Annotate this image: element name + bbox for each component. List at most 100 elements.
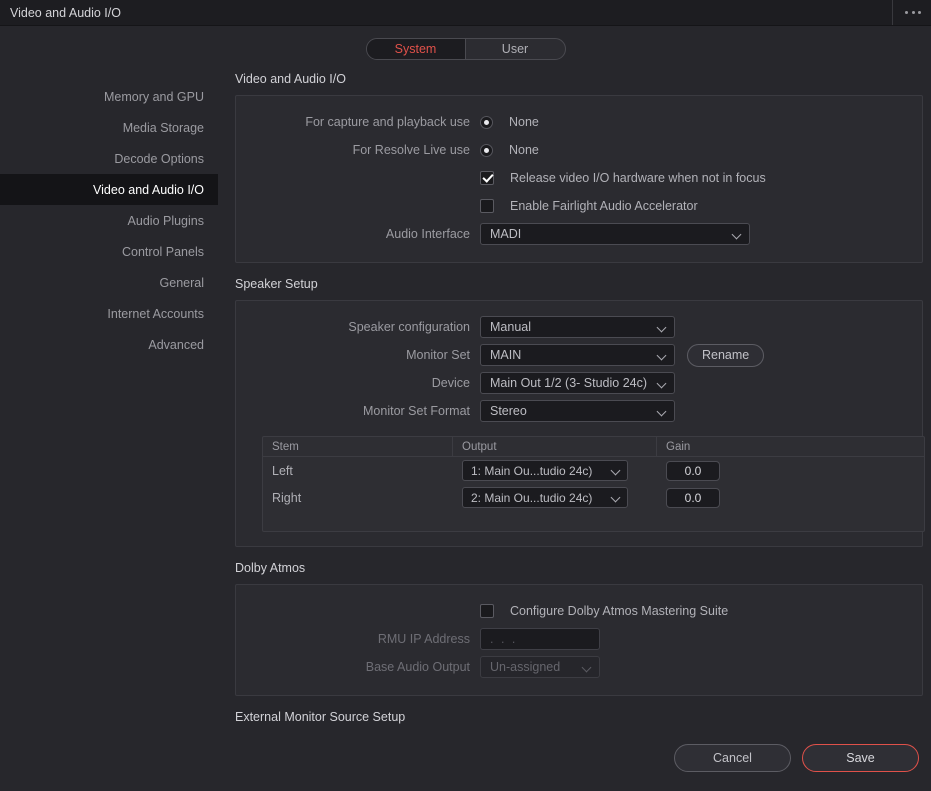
gain-input-left[interactable]: 0.0 — [666, 460, 720, 481]
column-header-gain: Gain — [666, 440, 691, 453]
chevron-down-icon — [583, 663, 592, 672]
cell-stem: Left — [272, 463, 293, 478]
chevron-down-icon — [612, 466, 621, 475]
preferences-content: Video and Audio I/O For capture and play… — [218, 72, 931, 751]
select-audio-interface[interactable]: MADI — [480, 223, 750, 245]
select-monitor-set-format-value: Stereo — [490, 404, 527, 418]
row-device: Device Main Out 1/2 (3- Studio 24c) — [250, 369, 908, 397]
select-device[interactable]: Main Out 1/2 (3- Studio 24c) — [480, 372, 675, 394]
radio-resolve-live[interactable] — [480, 143, 493, 157]
row-capture-playback: For capture and playback use None — [250, 108, 908, 136]
select-monitor-set-value: MAIN — [490, 348, 522, 362]
row-rmu-ip-address: RMU IP Address . . . — [250, 625, 908, 653]
select-output-right-value: 2: Main Ou...tudio 24c) — [471, 490, 593, 505]
chevron-down-icon — [612, 493, 621, 502]
section-title-speaker-setup: Speaker Setup — [235, 277, 318, 291]
table-row: Right 2: Main Ou...tudio 24c) 0.0 — [263, 484, 924, 511]
label-resolve-live: For Resolve Live use — [352, 143, 470, 157]
row-resolve-live: For Resolve Live use None — [250, 136, 908, 164]
sidebar-item-control-panels[interactable]: Control Panels — [0, 236, 218, 267]
column-header-stem: Stem — [263, 437, 453, 456]
label-base-audio-output: Base Audio Output — [365, 660, 470, 674]
chevron-down-icon — [658, 323, 667, 332]
select-output-left[interactable]: 1: Main Ou...tudio 24c) — [462, 460, 628, 481]
cell-gain: 0.0 — [657, 457, 924, 484]
label-enable-fairlight-audio-accelerator: Enable Fairlight Audio Accelerator — [510, 199, 698, 213]
select-monitor-set-format[interactable]: Stereo — [480, 400, 675, 422]
radio-capture-playback[interactable] — [480, 115, 493, 129]
sidebar-item-decode-options[interactable]: Decode Options — [0, 143, 218, 174]
cell-output: 2: Main Ou...tudio 24c) — [453, 484, 657, 511]
select-audio-interface-value: MADI — [490, 227, 522, 241]
panel-dolby-atmos: Configure Dolby Atmos Mastering Suite RM… — [235, 584, 923, 696]
label-device: Device — [431, 376, 470, 390]
label-release-video-io-hardware: Release video I/O hardware when not in f… — [510, 171, 766, 185]
window-menu-button[interactable] — [892, 0, 931, 25]
row-speaker-configuration: Speaker configuration Manual — [250, 313, 908, 341]
select-speaker-configuration-value: Manual — [490, 320, 531, 334]
label-capture-playback: For capture and playback use — [305, 115, 470, 129]
tab-system[interactable]: System — [366, 39, 466, 59]
row-release-hardware: Release video I/O hardware when not in f… — [250, 164, 908, 192]
sidebar-item-audio-plugins[interactable]: Audio Plugins — [0, 205, 218, 236]
select-output-right[interactable]: 2: Main Ou...tudio 24c) — [462, 487, 628, 508]
row-monitor-set-format: Monitor Set Format Stereo — [250, 397, 908, 425]
more-horizontal-icon — [905, 11, 921, 14]
sidebar-item-general[interactable]: General — [0, 267, 218, 298]
column-header-output: Output — [453, 437, 657, 456]
row-fairlight-accelerator: Enable Fairlight Audio Accelerator — [250, 192, 908, 220]
sidebar-item-internet-accounts[interactable]: Internet Accounts — [0, 298, 218, 329]
select-base-audio-output-value: Un-assigned — [490, 660, 561, 674]
row-base-audio-output: Base Audio Output Un-assigned — [250, 653, 908, 681]
select-base-audio-output[interactable]: Un-assigned — [480, 656, 600, 678]
preferences-body: Memory and GPU Media Storage Decode Opti… — [0, 72, 931, 751]
label-monitor-set-format: Monitor Set Format — [363, 404, 470, 418]
sidebar-item-memory-and-gpu[interactable]: Memory and GPU — [0, 81, 218, 112]
chevron-down-icon — [658, 351, 667, 360]
label-audio-interface: Audio Interface — [385, 227, 470, 241]
section-title-video-audio-io: Video and Audio I/O — [235, 72, 346, 86]
sidebar-item-advanced[interactable]: Advanced — [0, 329, 218, 360]
checkbox-configure-dolby-atmos-mastering-suite[interactable] — [480, 604, 494, 618]
segmented-control: System User — [365, 38, 566, 60]
cell-gain: 0.0 — [657, 484, 924, 511]
row-audio-interface: Audio Interface MADI — [250, 220, 908, 248]
select-output-left-value: 1: Main Ou...tudio 24c) — [471, 463, 593, 478]
chevron-down-icon — [733, 230, 742, 239]
panel-video-audio-io: For capture and playback use None For Re… — [235, 95, 923, 263]
checkbox-enable-fairlight-audio-accelerator[interactable] — [480, 199, 494, 213]
speaker-table-header: Stem Output Gain — [263, 437, 924, 457]
dialog-footer: Cancel Save — [0, 725, 931, 791]
cell-stem: Right — [272, 490, 302, 505]
checkbox-release-video-io-hardware[interactable] — [480, 171, 494, 185]
row-configure-dolby-atmos: Configure Dolby Atmos Mastering Suite — [250, 597, 908, 625]
window-title-bar: Video and Audio I/O — [0, 0, 931, 26]
window-title: Video and Audio I/O — [10, 5, 121, 20]
preferences-tab-bar: System User — [0, 26, 931, 72]
rmu-ip-address-input[interactable]: . . . — [480, 628, 600, 650]
speaker-table: Stem Output Gain Left 1: Main Ou...tudio… — [262, 436, 925, 532]
chevron-down-icon — [658, 379, 667, 388]
save-button[interactable]: Save — [802, 744, 919, 772]
row-monitor-set: Monitor Set MAIN Rename — [250, 341, 908, 369]
label-configure-dolby-atmos-mastering-suite: Configure Dolby Atmos Mastering Suite — [510, 604, 729, 618]
preferences-sidebar: Memory and GPU Media Storage Decode Opti… — [0, 72, 218, 751]
select-speaker-configuration[interactable]: Manual — [480, 316, 675, 338]
cancel-button[interactable]: Cancel — [674, 744, 791, 772]
value-resolve-live: None — [509, 143, 539, 157]
value-capture-playback: None — [509, 115, 539, 129]
chevron-down-icon — [658, 407, 667, 416]
select-device-value: Main Out 1/2 (3- Studio 24c) — [490, 376, 648, 390]
rename-button[interactable]: Rename — [687, 343, 765, 367]
select-monitor-set[interactable]: MAIN — [480, 344, 675, 366]
sidebar-item-video-and-audio-io[interactable]: Video and Audio I/O — [0, 174, 218, 205]
section-title-external-monitor-source-setup: External Monitor Source Setup — [235, 710, 406, 724]
label-speaker-configuration: Speaker configuration — [348, 320, 470, 334]
tab-user[interactable]: User — [466, 39, 565, 59]
label-monitor-set: Monitor Set — [406, 348, 470, 362]
sidebar-item-media-storage[interactable]: Media Storage — [0, 112, 218, 143]
gain-input-right[interactable]: 0.0 — [666, 487, 720, 508]
panel-speaker-setup: Speaker configuration Manual Monitor Set… — [235, 300, 925, 547]
table-row: Left 1: Main Ou...tudio 24c) 0.0 — [263, 457, 924, 484]
cell-output: 1: Main Ou...tudio 24c) — [453, 457, 657, 484]
